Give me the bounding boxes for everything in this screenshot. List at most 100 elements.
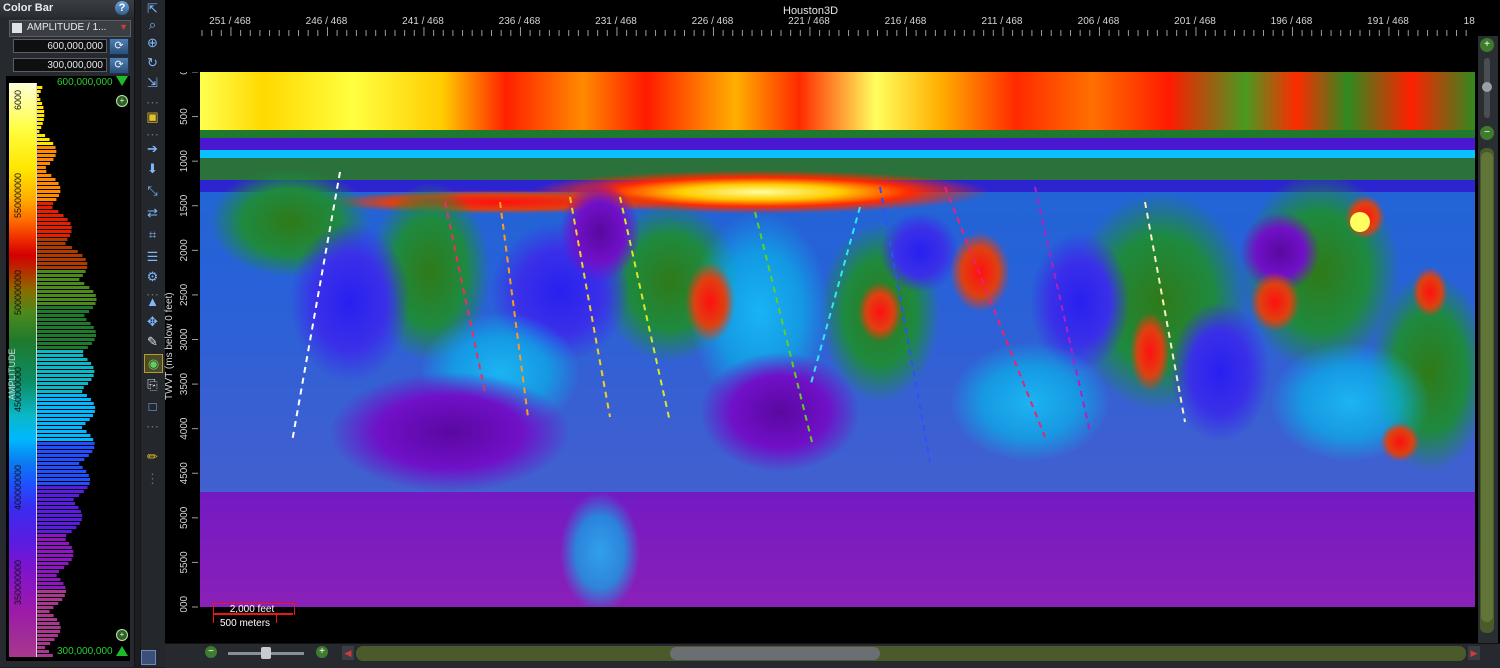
arrow-down-icon[interactable]: ⬇ — [144, 160, 161, 177]
refresh-max-icon[interactable]: ⟳ — [109, 38, 129, 55]
max-value-input[interactable]: 600,000,000 — [13, 39, 107, 53]
arrow-icon[interactable]: ⇱ — [144, 0, 161, 17]
layers-icon[interactable]: ☰ — [144, 248, 161, 265]
histogram-bar — [37, 510, 81, 513]
tree-icon[interactable]: ▲ — [144, 293, 161, 310]
histogram-bar — [37, 410, 95, 413]
histogram-bar — [37, 462, 80, 465]
inline-tick-label: 251 / 468 — [209, 16, 251, 27]
depth-tick-label: 2500 — [179, 283, 190, 306]
histogram-bar — [37, 394, 87, 397]
histogram-bar — [37, 474, 89, 477]
histogram-bar — [37, 422, 86, 425]
export-icon[interactable]: ⎘ — [144, 376, 161, 393]
histogram-bar — [37, 570, 59, 573]
inline-tick-label: 206 / 468 — [1078, 16, 1120, 27]
zoom-out-vertical-icon[interactable]: − — [1480, 126, 1494, 140]
axis-icon[interactable]: ⤡ — [144, 182, 161, 199]
min-value-input[interactable]: 300,000,000 — [13, 58, 107, 72]
attribute-dropdown[interactable]: AMPLITUDE / 1... ▼ — [9, 20, 131, 37]
overlay-icon[interactable]: ◉ — [144, 354, 163, 373]
colorbar-tick: 6000 — [13, 89, 23, 110]
inline-tick-label: 241 / 468 — [402, 16, 444, 27]
min-marker-handle[interactable] — [116, 646, 128, 656]
vertical-scroll-thumb[interactable] — [1481, 152, 1493, 622]
horizontal-scrollbar[interactable] — [356, 646, 1466, 661]
histogram-bar — [37, 126, 42, 129]
depth-tick-label: 5000 — [179, 506, 190, 529]
horizontal-scroll-thumb[interactable] — [670, 647, 880, 660]
histogram-bar — [37, 574, 57, 577]
brush-icon[interactable]: ✎ — [144, 333, 161, 350]
histogram-bar — [37, 282, 85, 285]
depth-tick-label: 1000 — [179, 150, 190, 173]
histogram-bar — [37, 298, 97, 301]
histogram-bar — [37, 330, 96, 333]
zoom-icon[interactable]: ⌕ — [144, 16, 161, 33]
histogram-bar — [37, 390, 83, 393]
arrow-right-icon[interactable]: ➔ — [144, 140, 161, 157]
help-icon[interactable]: ? — [115, 1, 129, 15]
histogram-bar — [37, 94, 39, 97]
histogram-bar — [37, 522, 80, 525]
histogram-bar — [37, 226, 72, 229]
square-icon[interactable]: □ — [144, 398, 161, 415]
rotate-icon[interactable]: ↻ — [144, 54, 161, 71]
depth-tick-label: 500 — [179, 108, 190, 125]
pencil-icon[interactable]: ✏ — [144, 448, 161, 465]
dots-icon[interactable]: ⋮ — [144, 470, 161, 487]
zoom-in-vertical-icon[interactable]: + — [1480, 38, 1494, 52]
colorbar-tick: 550000000 — [13, 172, 23, 218]
depth-tick-label: 3500 — [179, 373, 190, 396]
zoom-in-icon[interactable]: ⊕ — [144, 34, 161, 51]
histogram-bar — [37, 490, 84, 493]
histogram-bar — [37, 110, 45, 113]
histogram-bar — [37, 230, 72, 233]
inline-tick-label: 246 / 468 — [306, 16, 348, 27]
inline-tick-label: 211 / 468 — [982, 16, 1023, 27]
transform-icon[interactable]: ✥ — [144, 313, 161, 330]
vertical-zoom-thumb[interactable] — [1482, 82, 1492, 92]
histogram-bar — [37, 470, 87, 473]
histogram-bar — [37, 366, 94, 369]
cyan-blob — [560, 492, 640, 607]
drill-icon[interactable]: ⚙ — [144, 268, 161, 285]
histogram-bar — [37, 642, 51, 645]
zoom-in-horizontal-icon[interactable]: + — [316, 646, 328, 658]
max-marker-handle[interactable] — [116, 76, 128, 86]
attribute-dropdown-value: AMPLITUDE / 1... — [27, 22, 107, 33]
histogram-bar — [37, 114, 45, 117]
view-corner-icon[interactable] — [141, 650, 156, 665]
histogram-bar — [37, 90, 41, 93]
depth-tick-label: 5500 — [179, 551, 190, 574]
histogram-bar — [37, 262, 88, 265]
zoom-out-horizontal-icon[interactable]: − — [205, 646, 217, 658]
map-icon[interactable]: ▣ — [144, 108, 161, 125]
swap-icon[interactable]: ⇄ — [144, 204, 161, 221]
histogram-bar — [37, 166, 46, 169]
scroll-left-icon[interactable]: ◀ — [342, 646, 354, 660]
horizontal-zoom-thumb[interactable] — [261, 647, 271, 659]
histogram-bar — [37, 538, 66, 541]
zoom-out-icon[interactable]: + — [116, 629, 128, 641]
zoom-in-icon[interactable]: + — [116, 95, 128, 107]
histogram-bar — [37, 210, 59, 213]
scale-meters-label: 500 meters — [220, 618, 271, 629]
histogram-bar — [37, 530, 72, 533]
colorbar-title-bar: Color Bar ? — [0, 0, 134, 17]
crop-icon[interactable]: ⌗ — [144, 226, 161, 243]
seismic-section[interactable] — [200, 72, 1475, 607]
histogram-bar — [37, 502, 76, 505]
histogram-bar — [37, 418, 90, 421]
histogram-bar — [37, 434, 91, 437]
histogram-bar — [37, 398, 91, 401]
histogram-bar — [37, 198, 57, 201]
histogram-bar — [37, 258, 86, 261]
histogram-bar — [37, 458, 85, 461]
dotted-separator: ⋯ — [146, 419, 159, 434]
scroll-right-icon[interactable]: ▶ — [1468, 646, 1480, 660]
histogram-bar — [37, 478, 91, 481]
scale-icon[interactable]: ⇲ — [144, 74, 161, 91]
scale-tick — [276, 613, 277, 623]
refresh-min-icon[interactable]: ⟳ — [109, 57, 129, 74]
